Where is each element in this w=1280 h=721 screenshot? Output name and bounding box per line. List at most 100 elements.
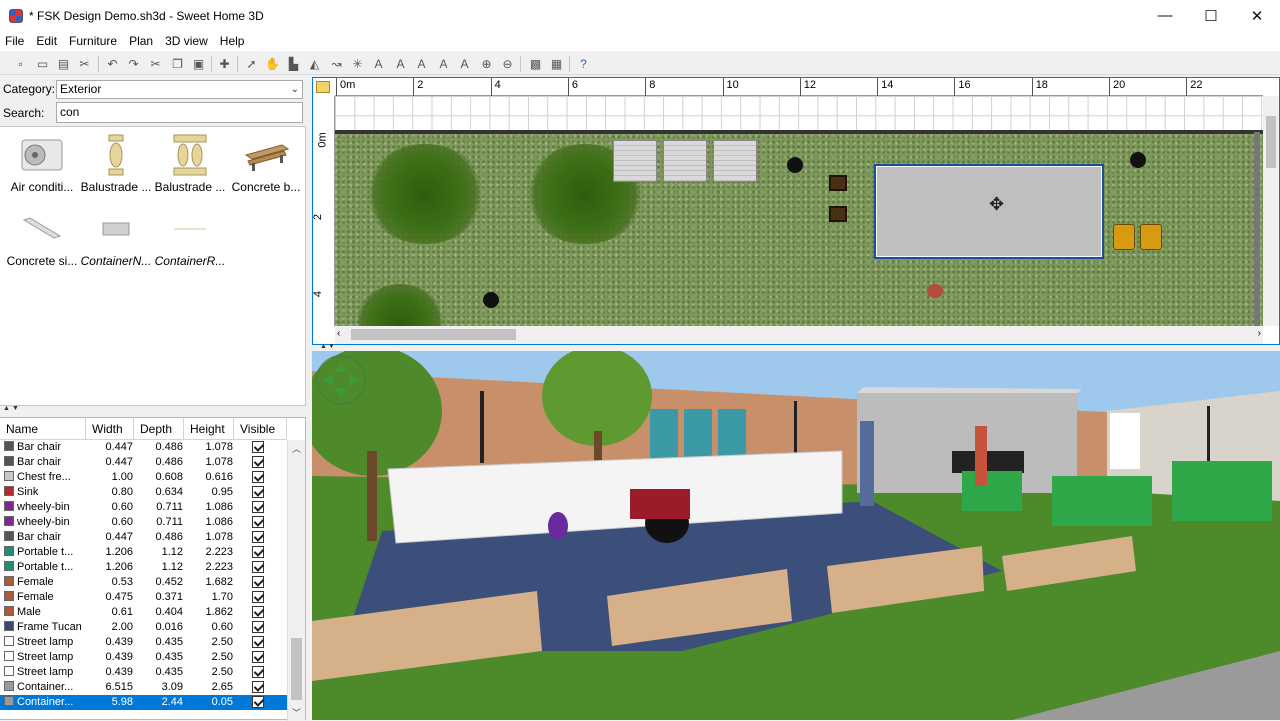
visible-checkbox[interactable] (252, 560, 266, 575)
cut-icon[interactable]: ✂ (147, 55, 164, 72)
catalog-item[interactable]: Concrete b... (228, 130, 304, 194)
catalog-item[interactable]: Air conditi... (4, 130, 80, 194)
table-row[interactable]: Container... 5.98 2.44 0.05 (0, 695, 287, 710)
visible-checkbox[interactable] (252, 485, 266, 500)
table-row[interactable]: wheely-bin 0.60 0.711 1.086 (0, 515, 287, 530)
visible-checkbox[interactable] (252, 530, 266, 545)
catalog-item[interactable]: Concrete si... (4, 204, 80, 268)
portable-toilet[interactable] (713, 140, 757, 182)
scrollbar-thumb[interactable] (351, 329, 516, 340)
create-polylines-icon[interactable]: ↝ (328, 55, 345, 72)
lock-icon[interactable] (316, 81, 330, 93)
zoom-in-icon[interactable]: ⊕ (478, 55, 495, 72)
pan-mode-icon[interactable]: ✋ (264, 55, 281, 72)
create-walls-icon[interactable]: ▙ (285, 55, 302, 72)
plan-horizontal-scrollbar[interactable]: ‹ › (335, 326, 1263, 344)
column-depth[interactable]: Depth (134, 418, 184, 440)
table-row[interactable]: Female 0.53 0.452 1.682 (0, 575, 287, 590)
visible-checkbox[interactable] (252, 575, 266, 590)
increase-text-icon[interactable]: A (392, 55, 409, 72)
visible-checkbox[interactable] (252, 545, 266, 560)
table-row[interactable]: Portable t... 1.206 1.12 2.223 (0, 545, 287, 560)
plan-view[interactable]: 0m 2 4 6 8 10 12 14 16 18 20 22 0m 2 4 ✥ ‹ › (312, 77, 1280, 345)
cut-tool-icon[interactable]: ✂ (76, 55, 93, 72)
splitter-handle[interactable]: ▲ ▼ (0, 405, 306, 413)
catalog-item[interactable]: Balustrade ... (78, 130, 154, 194)
table-row[interactable]: Street lamp 0.439 0.435 2.50 (0, 650, 287, 665)
navigation-arrows-icon[interactable] (316, 355, 366, 405)
redo-icon[interactable]: ↷ (125, 55, 142, 72)
visible-checkbox[interactable] (252, 635, 266, 650)
visible-checkbox[interactable] (252, 500, 266, 515)
table-row[interactable]: Portable t... 1.206 1.12 2.223 (0, 560, 287, 575)
create-video-icon[interactable]: ▦ (548, 55, 565, 72)
portable-toilet[interactable] (613, 140, 657, 182)
save-icon[interactable]: ▤ (55, 55, 72, 72)
scrollbar-thumb[interactable] (1266, 116, 1276, 168)
table-scrollbar[interactable]: ︿ ﹀ (287, 440, 305, 721)
bar-chair[interactable] (829, 175, 847, 191)
table-row[interactable]: Female 0.475 0.371 1.70 (0, 590, 287, 605)
street-lamp[interactable] (483, 292, 499, 308)
scroll-left-icon[interactable]: ‹ (337, 328, 340, 339)
table-row[interactable]: Sink 0.80 0.634 0.95 (0, 485, 287, 500)
column-height[interactable]: Height (184, 418, 234, 440)
street-lamp[interactable] (787, 157, 803, 173)
plan-vertical-scrollbar[interactable] (1263, 96, 1279, 326)
column-visible[interactable]: Visible (234, 418, 287, 440)
wheely-bin[interactable] (1140, 224, 1162, 250)
3d-view[interactable] (312, 351, 1280, 720)
help-icon[interactable]: ? (575, 55, 592, 72)
visible-checkbox[interactable] (252, 695, 266, 710)
drum-kit[interactable] (927, 284, 943, 298)
column-width[interactable]: Width (86, 418, 134, 440)
minimize-button[interactable]: — (1142, 0, 1188, 31)
table-row[interactable]: Street lamp 0.439 0.435 2.50 (0, 635, 287, 650)
copy-icon[interactable]: ❐ (169, 55, 186, 72)
visible-checkbox[interactable] (252, 620, 266, 635)
new-home-icon[interactable]: ▫ (12, 55, 29, 72)
search-input[interactable]: con (56, 102, 303, 123)
close-button[interactable]: ✕ (1234, 0, 1280, 31)
catalog-item[interactable]: ContainerN... (78, 204, 154, 268)
maximize-button[interactable]: ☐ (1188, 0, 1234, 31)
create-rooms-icon[interactable]: ◭ (306, 55, 323, 72)
visible-checkbox[interactable] (252, 605, 266, 620)
visible-checkbox[interactable] (252, 515, 266, 530)
visible-checkbox[interactable] (252, 455, 266, 470)
add-text-icon[interactable]: A (370, 55, 387, 72)
scroll-down-icon[interactable]: ﹀ (292, 706, 301, 719)
decrease-text-icon[interactable]: A (413, 55, 430, 72)
visible-checkbox[interactable] (252, 680, 266, 695)
create-dimensions-icon[interactable]: ✳ (349, 55, 366, 72)
menu-help[interactable]: Help (216, 34, 249, 48)
scroll-right-icon[interactable]: › (1258, 328, 1261, 339)
add-furniture-icon[interactable]: ✚ (216, 55, 233, 72)
create-photo-icon[interactable]: ▩ (527, 55, 544, 72)
zoom-out-icon[interactable]: ⊖ (499, 55, 516, 72)
table-row[interactable]: Street lamp 0.439 0.435 2.50 (0, 665, 287, 680)
visible-checkbox[interactable] (252, 440, 266, 455)
visible-checkbox[interactable] (252, 650, 266, 665)
menu-furniture[interactable]: Furniture (65, 34, 121, 48)
menu-plan[interactable]: Plan (125, 34, 157, 48)
table-row[interactable]: wheely-bin 0.60 0.711 1.086 (0, 500, 287, 515)
scrollbar-thumb[interactable] (291, 638, 302, 700)
undo-icon[interactable]: ↶ (104, 55, 121, 72)
menu-3d-view[interactable]: 3D view (161, 34, 212, 48)
catalog-item[interactable]: ContainerR... (152, 204, 228, 268)
table-row[interactable]: Frame Tucan 2.00 0.016 0.60 (0, 620, 287, 635)
scroll-up-icon[interactable]: ︿ (292, 442, 301, 455)
table-row[interactable]: Chest fre... 1.00 0.608 0.616 (0, 470, 287, 485)
visible-checkbox[interactable] (252, 665, 266, 680)
italic-text-icon[interactable]: A (456, 55, 473, 72)
bold-text-icon[interactable]: A (435, 55, 452, 72)
open-icon[interactable]: ▭ (34, 55, 51, 72)
portable-toilet[interactable] (663, 140, 707, 182)
category-select[interactable]: Exterior ⌄ (56, 80, 303, 99)
select-mode-icon[interactable]: ➚ (243, 55, 260, 72)
bar-chair[interactable] (829, 206, 847, 222)
table-row[interactable]: Bar chair 0.447 0.486 1.078 (0, 530, 287, 545)
wheely-bin[interactable] (1113, 224, 1135, 250)
table-row[interactable]: Bar chair 0.447 0.486 1.078 (0, 455, 287, 470)
